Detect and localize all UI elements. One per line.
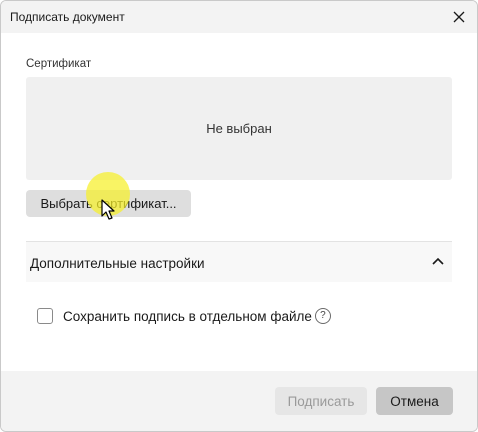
save-separate-checkbox[interactable] [37,308,53,324]
additional-settings-header[interactable]: Дополнительные настройки [26,241,452,282]
chevron-up-icon[interactable] [430,254,446,270]
dialog-content: Сертификат Не выбран Выбрать сертификат.… [1,33,477,371]
save-separate-label[interactable]: Сохранить подпись в отдельном файле [63,309,312,324]
dialog-footer: Подписать Отмена [1,371,477,431]
certificate-display: Не выбран [26,77,452,180]
choose-certificate-button[interactable]: Выбрать сертификат... [26,190,191,217]
cancel-button[interactable]: Отмена [376,387,453,415]
help-icon[interactable]: ? [314,308,331,324]
save-separate-row: Сохранить подпись в отдельном файле ? [37,306,331,326]
titlebar: Подписать документ [1,1,477,33]
window-title: Подписать документ [10,10,125,24]
sign-document-dialog: Подписать документ Сертификат Не выбран … [0,0,478,432]
sign-button[interactable]: Подписать [275,387,367,415]
close-button[interactable] [445,3,473,31]
additional-settings-label: Дополнительные настройки [30,256,205,271]
close-icon [453,11,465,23]
certificate-status: Не выбран [206,121,272,136]
certificate-label: Сертификат [26,58,92,70]
